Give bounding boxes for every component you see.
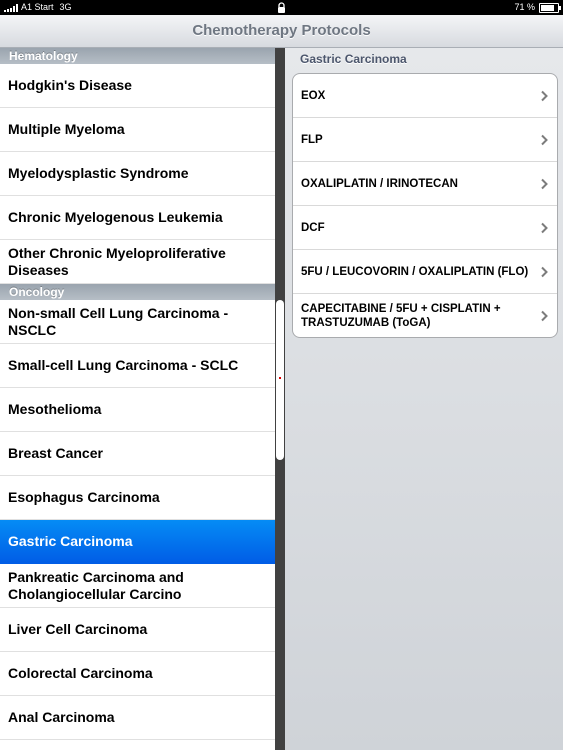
protocol-label: OXALIPLATIN / IRINOTECAN bbox=[301, 177, 458, 190]
status-bar: A1 Start 3G 71 % bbox=[0, 0, 563, 15]
protocol-row[interactable]: OXALIPLATIN / IRINOTECAN bbox=[293, 162, 557, 206]
orientation-lock-icon bbox=[278, 2, 285, 13]
page-title: Chemotherapy Protocols bbox=[192, 22, 371, 39]
list-item[interactable]: Small-cell Lung Carcinoma - SCLC bbox=[0, 344, 275, 388]
protocol-label: 5FU / LEUCOVORIN / OXALIPLATIN (FLO) bbox=[301, 265, 529, 278]
network-type: 3G bbox=[59, 2, 72, 12]
protocol-label: CAPECITABINE / 5FU + CISPLATIN + TRASTUZ… bbox=[301, 302, 501, 329]
chevron-right-icon bbox=[541, 310, 548, 321]
list-item[interactable]: Mesothelioma bbox=[0, 388, 275, 432]
protocol-label: EOX bbox=[301, 89, 326, 102]
list-item[interactable]: Colorectal Carcinoma bbox=[0, 652, 275, 696]
list-item[interactable]: Myelodysplastic Syndrome bbox=[0, 152, 275, 196]
chevron-right-icon bbox=[541, 134, 548, 145]
list-item[interactable]: Anal Carcinoma bbox=[0, 696, 275, 740]
protocol-row[interactable]: CAPECITABINE / 5FU + CISPLATIN + TRASTUZ… bbox=[293, 294, 557, 337]
signal-strength-icon bbox=[4, 3, 18, 12]
chevron-right-icon bbox=[541, 222, 548, 233]
list-item[interactable]: Pankreatic Carcinoma and Cholangiocellul… bbox=[0, 564, 275, 608]
navigation-bar: Chemotherapy Protocols bbox=[0, 15, 563, 48]
battery-icon bbox=[539, 2, 561, 13]
protocol-row[interactable]: EOX bbox=[293, 74, 557, 118]
protocol-label: DCF bbox=[301, 221, 325, 234]
list-item[interactable]: Multiple Myeloma bbox=[0, 108, 275, 152]
list-item-selected[interactable]: Gastric Carcinoma bbox=[0, 520, 275, 564]
list-item[interactable]: Non-small Cell Lung Carcinoma - NSCLC bbox=[0, 300, 275, 344]
protocol-row[interactable]: 5FU / LEUCOVORIN / OXALIPLATIN (FLO) bbox=[293, 250, 557, 294]
list-item[interactable]: Breast Cancer bbox=[0, 432, 275, 476]
protocol-row[interactable]: DCF bbox=[293, 206, 557, 250]
protocol-label: FLP bbox=[301, 133, 323, 146]
protocol-row[interactable]: FLP bbox=[293, 118, 557, 162]
protocol-list: EOX FLP OXALIPLATIN / IRINOTECAN DCF 5FU… bbox=[292, 73, 558, 338]
battery-percent: 71 % bbox=[514, 2, 535, 12]
detail-pane: Gastric Carcinoma EOX FLP OXALIPLATIN / … bbox=[285, 48, 563, 750]
scrollbar[interactable] bbox=[276, 300, 284, 460]
list-item[interactable]: Esophagus Carcinoma bbox=[0, 476, 275, 520]
list-item[interactable]: Hodgkin's Disease bbox=[0, 64, 275, 108]
chevron-right-icon bbox=[541, 266, 548, 277]
list-item[interactable]: Chronic Myelogenous Leukemia bbox=[0, 196, 275, 240]
detail-title: Gastric Carcinoma bbox=[300, 52, 407, 66]
list-item[interactable]: Other Chronic Myeloproliferative Disease… bbox=[0, 240, 275, 284]
chevron-right-icon bbox=[541, 178, 548, 189]
carrier-name: A1 Start bbox=[21, 2, 54, 12]
divider-marker bbox=[279, 377, 281, 379]
section-header-oncology: Oncology bbox=[0, 284, 275, 300]
chevron-right-icon bbox=[541, 90, 548, 101]
section-header-hematology: Hematology bbox=[0, 48, 275, 64]
master-list[interactable]: Hematology Hodgkin's Disease Multiple My… bbox=[0, 48, 275, 750]
list-item[interactable]: Liver Cell Carcinoma bbox=[0, 608, 275, 652]
